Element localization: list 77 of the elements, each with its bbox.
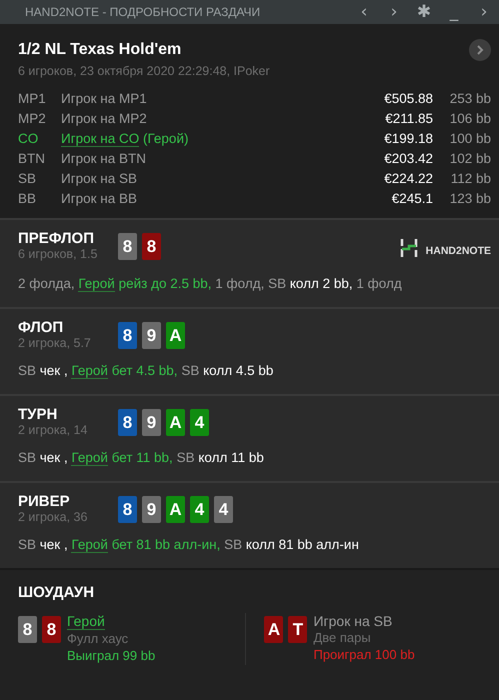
playing-card: 4: [214, 496, 233, 523]
player-position: BB: [18, 190, 38, 208]
playing-card: 9: [142, 496, 161, 523]
hand-combination: Фулл хаус: [67, 631, 128, 647]
player-link[interactable]: Герой: [71, 363, 108, 379]
playing-card: A: [166, 322, 185, 349]
playing-card: A: [166, 409, 185, 436]
player-link[interactable]: Герой: [71, 450, 108, 466]
showdown-title: ШОУДАУН: [18, 584, 96, 601]
playing-card: 8: [118, 322, 137, 349]
playing-card: A: [166, 496, 185, 523]
player-stack: €211.85: [384, 110, 433, 128]
player-link[interactable]: Герой: [78, 276, 115, 292]
playing-card: 8: [118, 496, 137, 523]
player-position: MP1: [18, 90, 47, 108]
hand-combination: Две пары: [313, 630, 371, 646]
hero-tag: (Герой): [139, 131, 188, 146]
street-title: ПРЕФЛОП: [18, 230, 95, 247]
street-info: 2 игрока, 36: [18, 510, 88, 524]
hand-subtitle: 6 игроков, 23 октября 2020 22:29:48, IPoker: [18, 64, 271, 78]
settings-button[interactable]: ✱: [409, 2, 439, 22]
playing-card: 8: [118, 233, 137, 260]
close-button[interactable]: ›: [469, 2, 499, 22]
player-name: Игрок на BTN: [61, 151, 146, 166]
player-position: SB: [18, 170, 38, 188]
playing-card: 8: [42, 616, 61, 643]
player-position: MP2: [18, 110, 47, 128]
action-line: SB чек , Герой бет 81 bb алл-ин, SB колл 81 bb алл-ин: [18, 536, 360, 554]
street-info: 6 игроков, 1.5: [18, 247, 98, 261]
playing-card: 8: [18, 616, 37, 643]
playing-card: 9: [142, 409, 161, 436]
player-name: Игрок на MP2: [61, 111, 147, 126]
player-name: Игрок на SB: [313, 613, 392, 629]
action-line: SB чек , Герой бет 11 bb, SB колл 11 bb: [18, 449, 265, 467]
player-bb: 102 bb: [448, 150, 491, 168]
player-name: Игрок на MP1: [61, 91, 147, 106]
player-bb: 100 bb: [448, 130, 491, 148]
player-bb: 106 bb: [448, 110, 491, 128]
playing-card: 4: [190, 409, 209, 436]
player-name: Игрок на SB: [61, 171, 138, 186]
playing-card: 8: [118, 409, 137, 436]
result-text: Выиграл 99 bb: [67, 648, 156, 664]
back-button[interactable]: ‹: [349, 2, 379, 22]
playing-card: T: [288, 616, 308, 643]
playing-card: 9: [142, 322, 161, 349]
minimize-button[interactable]: _: [439, 2, 469, 22]
player-bb: 123 bb: [448, 190, 491, 208]
street-title: ТУРН: [18, 406, 58, 423]
street-info: 2 игрока, 5.7: [18, 336, 92, 350]
street-title: РИВЕР: [18, 493, 71, 510]
playing-card: 8: [142, 233, 161, 260]
chevron-right-icon: [475, 44, 485, 56]
forward-button[interactable]: ›: [379, 2, 409, 22]
player-stack: €224.22: [384, 170, 433, 188]
playing-card: A: [264, 616, 284, 643]
player-name: Игрок на BB: [61, 191, 138, 206]
street-title: ФЛОП: [18, 319, 64, 336]
player-position: CO: [18, 130, 40, 148]
playing-card: 4: [190, 496, 209, 523]
player-stack: €203.42: [384, 150, 433, 168]
player-position: BTN: [18, 150, 46, 168]
result-text: Проиграл 100 bb: [313, 647, 415, 663]
player-stack: €199.18: [384, 130, 433, 148]
logo-text: HAND2NOTE: [426, 244, 491, 256]
hand-title: 1/2 NL Texas Hold'em: [18, 41, 182, 59]
player-bb: 253 bb: [448, 90, 491, 108]
action-line: SB чек , Герой бет 4.5 bb, SB колл 4.5 bb: [18, 362, 274, 380]
street-info: 2 игрока, 14: [18, 423, 88, 437]
window-title: HAND2NOTE - ПОДРОБНОСТИ РАЗДАЧИ: [25, 5, 260, 19]
player-bb: 112 bb: [450, 170, 491, 188]
player-stack: €245.1: [390, 190, 433, 208]
next-button[interactable]: [469, 39, 491, 61]
action-line: 2 фолда, Герой рейз до 2.5 bb, 1 фолд, SB колл 2 bb, 1 фолд: [18, 275, 403, 293]
player-link[interactable]: Герой: [71, 537, 108, 553]
player-link[interactable]: Игрок на CO: [61, 131, 140, 147]
player-stack: €505.88: [384, 90, 433, 108]
player-link[interactable]: Герой: [67, 613, 105, 630]
